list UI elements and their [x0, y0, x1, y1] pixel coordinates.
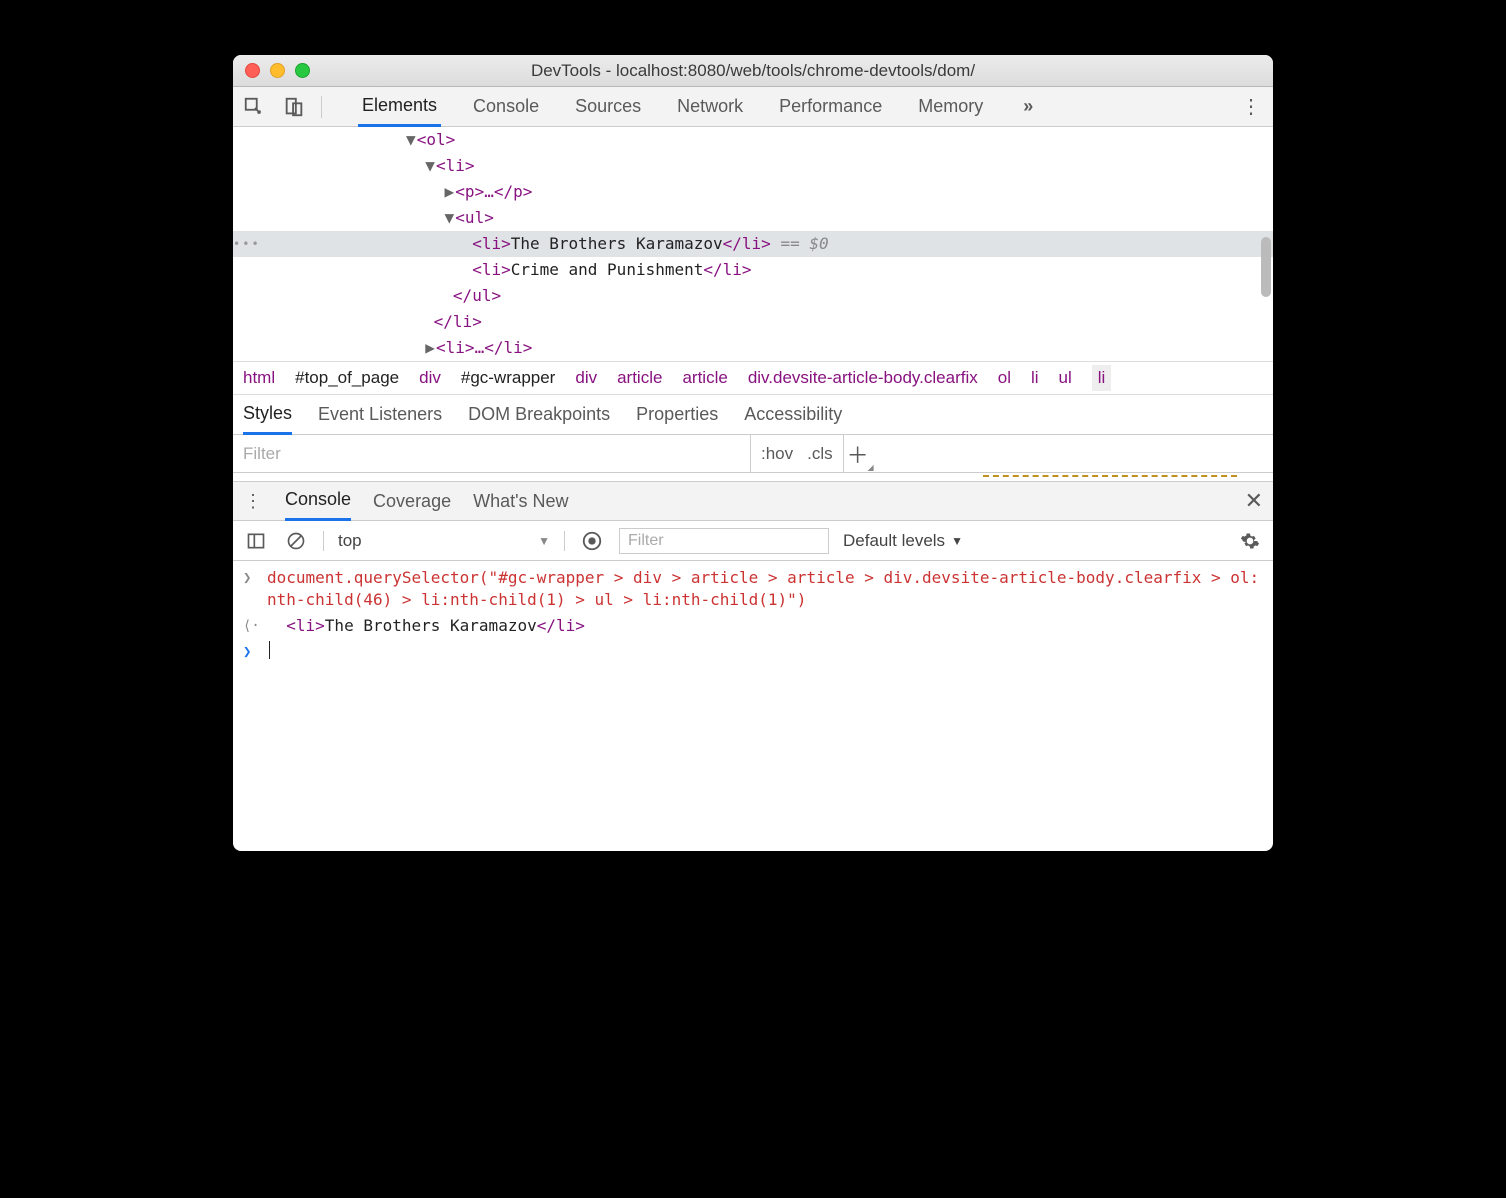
- console-toolbar: top ▼ Default levels ▼: [233, 521, 1273, 561]
- subtab-accessibility[interactable]: Accessibility: [744, 396, 842, 433]
- tab-network[interactable]: Network: [673, 88, 747, 125]
- console-settings-icon[interactable]: [1237, 528, 1263, 554]
- devtools-window: DevTools - localhost:8080/web/tools/chro…: [233, 55, 1273, 851]
- console-prompt-row[interactable]: ❯: [233, 639, 1273, 665]
- breadcrumb: html #top_of_page div #gc-wrapper div ar…: [233, 361, 1273, 395]
- subtab-styles[interactable]: Styles: [243, 395, 292, 435]
- console-command-row: ❯ document.querySelector("#gc-wrapper > …: [233, 565, 1273, 613]
- cls-toggle[interactable]: .cls: [807, 444, 833, 464]
- tab-memory[interactable]: Memory: [914, 88, 987, 125]
- bc-ul[interactable]: ul: [1059, 368, 1072, 388]
- tab-console[interactable]: Console: [469, 88, 543, 125]
- tab-performance[interactable]: Performance: [775, 88, 886, 125]
- drawer-tab-whats-new[interactable]: What's New: [473, 483, 568, 520]
- console-body[interactable]: ❯ document.querySelector("#gc-wrapper > …: [233, 561, 1273, 851]
- tab-elements[interactable]: Elements: [358, 87, 441, 127]
- window-title: DevTools - localhost:8080/web/tools/chro…: [233, 61, 1273, 81]
- dom-selected-node[interactable]: <li>The Brothers Karamazov</li> == $0: [233, 231, 1273, 257]
- console-sidebar-toggle-icon[interactable]: [243, 528, 269, 554]
- dom-li3[interactable]: <li>…</li>: [436, 338, 532, 357]
- chevron-down-icon: ▼: [951, 534, 963, 548]
- close-drawer-icon[interactable]: ✕: [1245, 488, 1263, 514]
- styles-toggles: :hov .cls: [751, 435, 844, 472]
- dom-li2[interactable]: <li>: [472, 260, 511, 279]
- clear-console-icon[interactable]: [283, 528, 309, 554]
- console-filter-input[interactable]: [619, 528, 829, 554]
- context-label: top: [338, 531, 362, 551]
- bc-li1[interactable]: li: [1031, 368, 1039, 388]
- subtab-event-listeners[interactable]: Event Listeners: [318, 396, 442, 433]
- new-style-rule-icon[interactable]: ＋: [844, 435, 872, 472]
- sidebar-tabs: Styles Event Listeners DOM Breakpoints P…: [233, 395, 1273, 435]
- bc-article1[interactable]: article: [617, 368, 662, 388]
- live-expression-icon[interactable]: [579, 528, 605, 554]
- bc-div-class[interactable]: div.devsite-article-body.clearfix: [748, 368, 978, 388]
- drawer-tab-coverage[interactable]: Coverage: [373, 483, 451, 520]
- bc-top-of-page[interactable]: #top_of_page: [295, 368, 399, 388]
- scrollbar-thumb[interactable]: [1261, 237, 1271, 297]
- dom-ol-open[interactable]: <ol>: [417, 130, 456, 149]
- console-input-marker-icon: ❯: [243, 567, 257, 589]
- console-prompt-icon: ❯: [243, 641, 257, 663]
- drawer-kebab-icon[interactable]: ⋮: [243, 491, 263, 512]
- chevron-down-icon: ▼: [538, 534, 550, 548]
- context-selector[interactable]: top ▼: [338, 531, 550, 551]
- dom-li-close[interactable]: </li>: [434, 312, 482, 331]
- bc-article2[interactable]: article: [682, 368, 727, 388]
- device-toolbar-icon[interactable]: [281, 94, 307, 120]
- bc-li-current[interactable]: li: [1092, 365, 1112, 391]
- main-toolbar: Elements Console Sources Network Perform…: [233, 87, 1273, 127]
- dom-ul-open[interactable]: <ul>: [455, 208, 494, 227]
- styles-toolbar: :hov .cls ＋: [233, 435, 1273, 473]
- titlebar: DevTools - localhost:8080/web/tools/chro…: [233, 55, 1273, 87]
- hov-toggle[interactable]: :hov: [761, 444, 793, 464]
- more-tabs-icon[interactable]: »: [1015, 94, 1041, 120]
- log-levels-selector[interactable]: Default levels ▼: [843, 531, 963, 551]
- log-levels-label: Default levels: [843, 531, 945, 551]
- styles-filter-input[interactable]: [233, 435, 751, 472]
- dom-tree[interactable]: ▼<ol> ▼<li> ▶<p>…</p> ▼<ul> <li>The Brot…: [233, 127, 1273, 361]
- styles-body: [233, 473, 1273, 481]
- console-result-row: ⟨· <li>The Brothers Karamazov</li>: [233, 613, 1273, 639]
- subtab-properties[interactable]: Properties: [636, 396, 718, 433]
- bc-gc-wrapper[interactable]: #gc-wrapper: [461, 368, 556, 388]
- tab-sources[interactable]: Sources: [571, 88, 645, 125]
- console-output-marker-icon: ⟨·: [243, 615, 257, 637]
- subtab-dom-breakpoints[interactable]: DOM Breakpoints: [468, 396, 610, 433]
- console-result-text[interactable]: <li>The Brothers Karamazov</li>: [267, 615, 585, 637]
- drawer-tabs: ⋮ Console Coverage What's New ✕: [233, 481, 1273, 521]
- main-tabs: Elements Console Sources Network Perform…: [358, 87, 1041, 127]
- bc-div2[interactable]: div: [575, 368, 597, 388]
- dom-p[interactable]: <p>…</p>: [455, 182, 532, 201]
- dom-ul-close[interactable]: </ul>: [453, 286, 501, 305]
- bc-ol[interactable]: ol: [998, 368, 1011, 388]
- dom-li-open[interactable]: <li>: [436, 156, 475, 175]
- kebab-menu-icon[interactable]: ⋮: [1237, 93, 1265, 121]
- bc-html[interactable]: html: [243, 368, 275, 388]
- drawer-tab-console[interactable]: Console: [285, 481, 351, 521]
- console-command-text: document.querySelector("#gc-wrapper > di…: [267, 567, 1263, 611]
- console-cursor: [269, 641, 270, 659]
- bc-div1[interactable]: div: [419, 368, 441, 388]
- inspect-element-icon[interactable]: [241, 94, 267, 120]
